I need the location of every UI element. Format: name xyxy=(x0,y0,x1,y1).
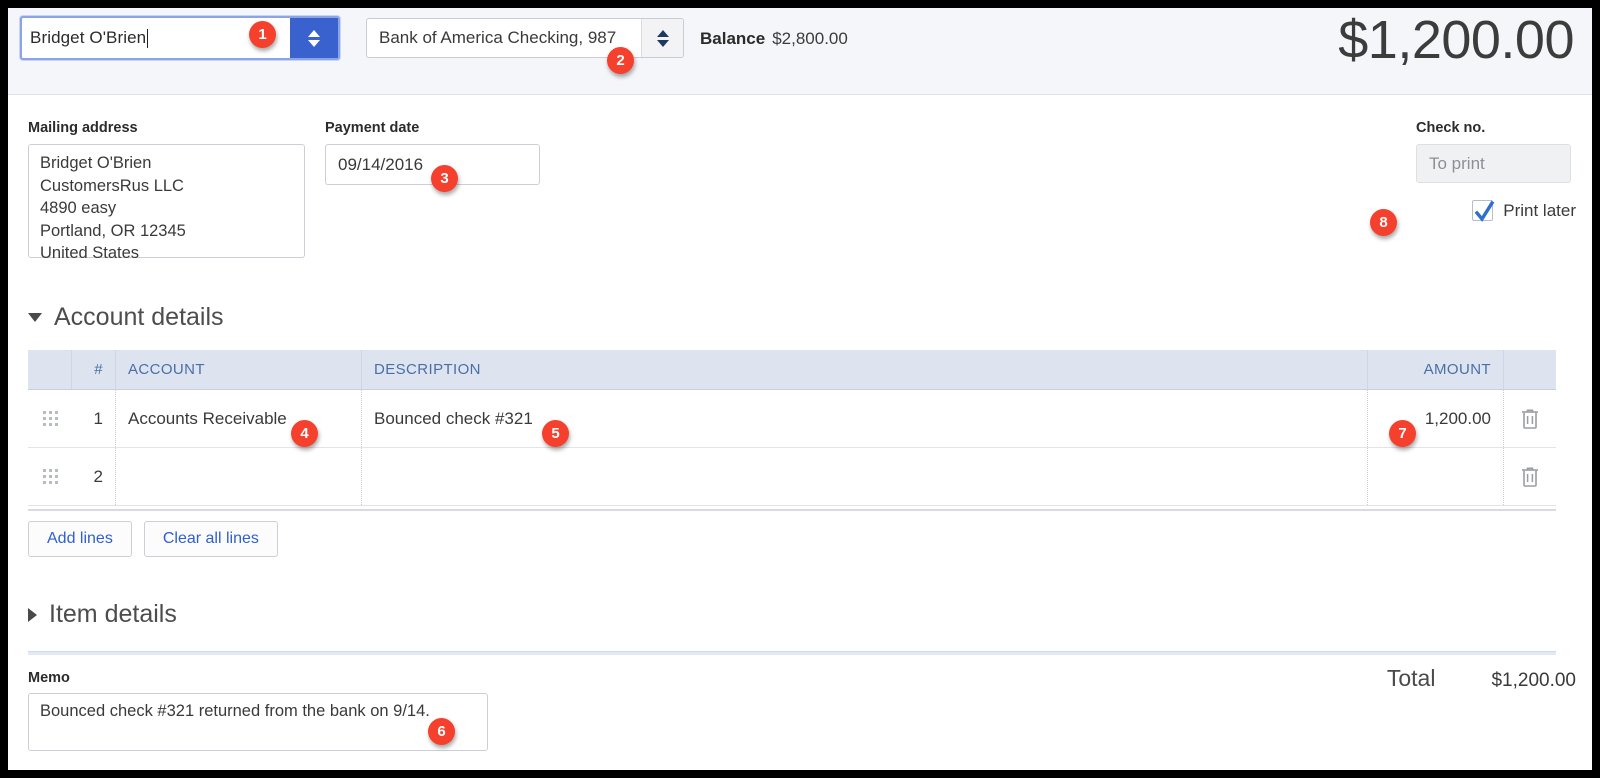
grid-header-drag xyxy=(28,350,72,389)
chevron-down-icon xyxy=(28,313,42,322)
total-value: $1,200.00 xyxy=(1491,670,1576,691)
print-later-row[interactable]: Print later xyxy=(1472,200,1576,222)
item-details-title: Item details xyxy=(49,600,177,628)
grid-header-description: DESCRIPTION xyxy=(362,350,1368,389)
row-number: 1 xyxy=(72,390,116,447)
annotation-badge-1: 1 xyxy=(249,21,276,48)
drag-handle-icon[interactable] xyxy=(42,469,58,484)
table-row[interactable]: 2 xyxy=(28,448,1556,506)
bank-account-stepper-button[interactable] xyxy=(641,19,683,57)
check-no-label: Check no. xyxy=(1416,120,1486,136)
account-details-grid: # ACCOUNT DESCRIPTION AMOUNT 1 Accounts … xyxy=(28,350,1556,506)
print-later-label: Print later xyxy=(1503,200,1576,220)
checkmark-icon xyxy=(1474,200,1495,222)
item-details-section-toggle[interactable]: Item details xyxy=(28,600,177,629)
account-details-section-toggle[interactable]: Account details xyxy=(28,303,224,332)
row-description-cell[interactable] xyxy=(362,448,1368,505)
payment-date-label: Payment date xyxy=(325,120,420,136)
check-no-block: Check no. To print xyxy=(1416,120,1576,183)
mailing-address-input[interactable]: Bridget O'Brien CustomersRus LLC 4890 ea… xyxy=(28,144,305,262)
annotation-badge-6: 6 xyxy=(428,718,455,745)
row-drag-handle[interactable] xyxy=(28,390,72,447)
form-header: Bridget O'Brien Bank of America Checking… xyxy=(8,8,1592,95)
drag-handle-icon[interactable] xyxy=(42,411,58,426)
bank-account-combobox[interactable]: Bank of America Checking, 987 xyxy=(366,18,684,58)
annotation-badge-2: 2 xyxy=(607,47,634,74)
payee-combobox[interactable]: Bridget O'Brien xyxy=(20,16,340,60)
grid-header-account: ACCOUNT xyxy=(116,350,362,389)
mailing-address-block: Mailing address Bridget O'Brien Customer… xyxy=(28,120,305,262)
print-later-checkbox[interactable] xyxy=(1472,200,1495,222)
total-label: Total xyxy=(1386,665,1436,691)
up-down-arrows-icon xyxy=(656,29,669,47)
check-form-window: Bridget O'Brien Bank of America Checking… xyxy=(8,8,1592,770)
check-no-input[interactable]: To print xyxy=(1416,144,1571,183)
grid-header-row: # ACCOUNT DESCRIPTION AMOUNT xyxy=(28,350,1556,390)
row-delete-button[interactable] xyxy=(1504,448,1556,505)
footer-divider xyxy=(28,651,1556,655)
memo-input[interactable]: Bounced check #321 returned from the ban… xyxy=(28,693,488,751)
payee-stepper-button[interactable] xyxy=(290,18,338,58)
bank-account-value: Bank of America Checking, 987 xyxy=(379,28,617,47)
clear-all-lines-button[interactable]: Clear all lines xyxy=(143,521,278,557)
bank-account-input[interactable]: Bank of America Checking, 987 xyxy=(367,19,641,57)
annotation-badge-4: 4 xyxy=(291,420,318,447)
table-row[interactable]: 1 Accounts Receivable Bounced check #321… xyxy=(28,390,1556,448)
payee-value: Bridget O'Brien xyxy=(30,28,147,47)
annotation-badge-7: 7 xyxy=(1389,420,1416,447)
trash-icon xyxy=(1522,409,1538,429)
balance-display: Balance $2,800.00 xyxy=(700,29,848,49)
row-delete-button[interactable] xyxy=(1504,390,1556,447)
row-amount-cell[interactable]: 1,200.00 xyxy=(1368,390,1504,447)
add-lines-button[interactable]: Add lines xyxy=(28,521,132,557)
annotation-badge-8: 8 xyxy=(1370,209,1397,236)
up-down-arrows-icon xyxy=(308,29,320,47)
memo-label: Memo xyxy=(28,670,70,686)
grid-header-num: # xyxy=(72,350,116,389)
mailing-address-label: Mailing address xyxy=(28,120,138,136)
balance-value: $2,800.00 xyxy=(772,29,848,48)
row-description-cell[interactable]: Bounced check #321 xyxy=(362,390,1368,447)
memo-block: Memo Bounced check #321 returned from th… xyxy=(28,670,488,751)
header-total-amount: $1,200.00 xyxy=(1338,10,1574,70)
chevron-right-icon xyxy=(28,607,37,622)
grid-action-buttons: Add lines Clear all lines xyxy=(28,521,278,557)
text-cursor xyxy=(147,28,149,48)
row-drag-handle[interactable] xyxy=(28,448,72,505)
grid-bottom-divider xyxy=(28,509,1556,511)
total-row: Total $1,200.00 xyxy=(1387,665,1576,692)
row-account-cell[interactable] xyxy=(116,448,362,505)
grid-header-amount: AMOUNT xyxy=(1368,350,1504,389)
annotation-badge-3: 3 xyxy=(431,165,458,192)
form-body: Mailing address Bridget O'Brien Customer… xyxy=(8,95,1592,770)
balance-label: Balance xyxy=(700,29,766,48)
row-account-cell[interactable]: Accounts Receivable xyxy=(116,390,362,447)
grid-header-delete xyxy=(1504,350,1556,389)
annotation-badge-5: 5 xyxy=(542,420,569,447)
account-details-title: Account details xyxy=(54,303,224,331)
row-amount-cell[interactable] xyxy=(1368,448,1504,505)
row-number: 2 xyxy=(72,448,116,505)
trash-icon xyxy=(1522,467,1538,487)
